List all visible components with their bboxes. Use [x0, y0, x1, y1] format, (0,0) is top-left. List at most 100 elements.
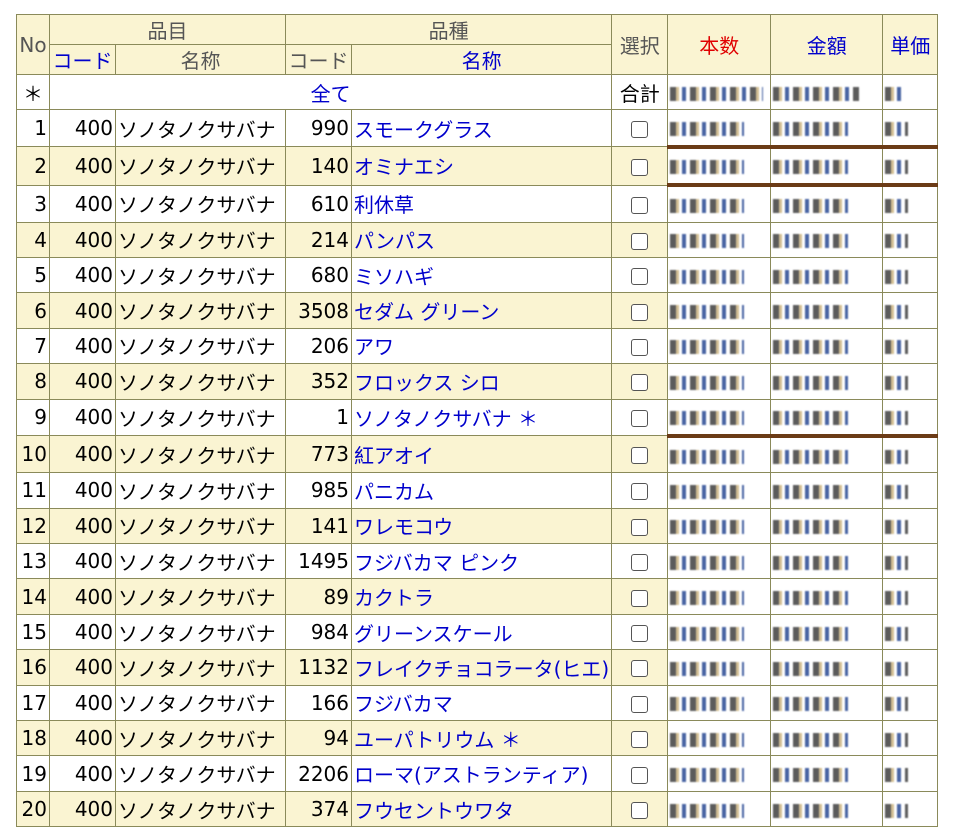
table-row[interactable]: 18 400 ソノタノクサバナ 94 ユーパトリウム ＊	[16, 720, 939, 757]
select-checkbox[interactable]	[631, 447, 649, 465]
variety-name-link[interactable]: ローマ(アストランティア)	[350, 755, 613, 792]
table-row[interactable]: 5 400 ソノタノクサバナ 680 ミソハギ	[16, 256, 939, 294]
table-row[interactable]: 17 400 ソノタノクサバナ 166 フジバカマ	[16, 684, 939, 722]
header-variety-code[interactable]: コード	[285, 44, 352, 75]
table-row[interactable]: 4 400 ソノタノクサバナ 214 パンパス	[16, 221, 939, 258]
select-checkbox[interactable]	[631, 731, 649, 749]
redacted-value	[670, 768, 744, 783]
table-row[interactable]: 8 400 ソノタノクサバナ 352 フロックス シロ	[16, 363, 939, 400]
item-code: 400	[49, 613, 116, 651]
variety-code: 3508	[285, 292, 352, 329]
item-code: 400	[49, 184, 116, 223]
table-row[interactable]: 16 400 ソノタノクサバナ 1132 フレイクチョコラータ(ヒエ)	[16, 649, 939, 686]
select-checkbox[interactable]	[631, 121, 649, 139]
item-code: 400	[49, 543, 116, 580]
amount-redacted	[770, 578, 884, 615]
header-count[interactable]: 本数	[667, 14, 772, 75]
variety-name-link[interactable]: ミソハギ	[350, 256, 613, 294]
table-row[interactable]: 1 400 ソノタノクサバナ 990 スモークグラス	[16, 109, 939, 149]
select-cell	[611, 649, 669, 686]
select-checkbox[interactable]	[631, 625, 649, 643]
redacted-value	[670, 732, 744, 747]
header-variety-name[interactable]: 名称	[350, 44, 613, 75]
table-row[interactable]: 12 400 ソノタノクサバナ 141 ワレモコウ	[16, 507, 939, 545]
table-row[interactable]: 15 400 ソノタノクサバナ 984 グリーンスケール	[16, 613, 939, 651]
variety-name-link[interactable]: 利休草	[350, 184, 613, 223]
select-cell	[611, 790, 669, 828]
select-checkbox[interactable]	[631, 660, 649, 678]
count-redacted	[667, 578, 772, 615]
redacted-value	[885, 626, 908, 641]
count-redacted	[667, 543, 772, 580]
unit-price-redacted	[882, 649, 939, 686]
redacted-value	[773, 484, 849, 499]
select-checkbox[interactable]	[631, 695, 649, 713]
variety-name-link[interactable]: オミナエシ	[350, 146, 613, 186]
select-checkbox[interactable]	[631, 303, 649, 321]
table-row[interactable]: 19 400 ソノタノクサバナ 2206 ローマ(アストランティア)	[16, 755, 939, 792]
variety-name-link[interactable]: アワ	[350, 327, 613, 365]
table-row[interactable]: 20 400 ソノタノクサバナ 374 フウセントウワタ	[16, 790, 939, 828]
table-row[interactable]: 11 400 ソノタノクサバナ 985 パニカム	[16, 472, 939, 509]
variety-name-link[interactable]: フレイクチョコラータ(ヒエ)	[350, 649, 613, 686]
select-checkbox[interactable]	[631, 196, 649, 214]
select-checkbox[interactable]	[631, 554, 649, 572]
select-checkbox[interactable]	[631, 268, 649, 286]
variety-name-link[interactable]: 紅アオイ	[350, 435, 613, 474]
redacted-value	[773, 803, 849, 818]
select-cell	[611, 292, 669, 329]
header-item-name[interactable]: 名称	[115, 44, 286, 75]
unit-price-redacted	[882, 578, 939, 615]
variety-name-link[interactable]: パニカム	[350, 472, 613, 509]
table-row[interactable]: 13 400 ソノタノクサバナ 1495 フジバカマ ピンク	[16, 543, 939, 580]
select-checkbox[interactable]	[631, 802, 649, 819]
table-row[interactable]: 3 400 ソノタノクサバナ 610 利休草	[16, 184, 939, 223]
item-name: ソノタノクサバナ	[115, 578, 286, 615]
item-name: ソノタノクサバナ	[115, 755, 286, 792]
table-row[interactable]: 2 400 ソノタノクサバナ 140 オミナエシ	[16, 146, 939, 188]
count-redacted	[667, 720, 772, 757]
table-row[interactable]: 6 400 ソノタノクサバナ 3508 セダム グリーン	[16, 292, 939, 329]
select-checkbox[interactable]	[631, 374, 649, 392]
variety-name-link[interactable]: ソノタノクサバナ ＊	[350, 398, 613, 437]
variety-name-link[interactable]: フジバカマ	[350, 684, 613, 722]
select-checkbox[interactable]	[631, 158, 649, 176]
variety-name-link[interactable]: スモークグラス	[350, 109, 613, 148]
item-code: 400	[49, 292, 116, 329]
redacted-value	[885, 160, 908, 175]
select-checkbox[interactable]	[631, 766, 649, 784]
unit-price-redacted	[882, 398, 939, 438]
variety-name-link[interactable]: カクトラ	[350, 578, 613, 615]
variety-name-link[interactable]: パンパス	[350, 221, 613, 258]
variety-name-link[interactable]: グリーンスケール	[350, 613, 613, 651]
header-amount[interactable]: 金額	[770, 14, 884, 75]
select-checkbox[interactable]	[631, 410, 649, 428]
header-variety-group: 品種	[284, 14, 613, 45]
table-row[interactable]: 14 400 ソノタノクサバナ 89 カクトラ	[16, 578, 939, 615]
redacted-value	[670, 160, 744, 175]
variety-name-link[interactable]: セダム グリーン	[350, 292, 613, 329]
count-redacted	[667, 292, 772, 329]
variety-name-link[interactable]: ユーパトリウム ＊	[350, 720, 613, 757]
variety-code: 610	[285, 184, 352, 223]
select-checkbox[interactable]	[631, 483, 649, 501]
select-cell	[611, 578, 669, 615]
header-item-code[interactable]: コード	[49, 44, 116, 75]
table-row[interactable]: 7 400 ソノタノクサバナ 206 アワ	[16, 327, 939, 365]
variety-name-link[interactable]: フウセントウワタ	[350, 790, 613, 828]
select-checkbox[interactable]	[631, 589, 649, 607]
item-name: ソノタノクサバナ	[115, 649, 286, 686]
table-row[interactable]: 9 400 ソノタノクサバナ 1 ソノタノクサバナ ＊	[16, 398, 939, 438]
variety-name-link[interactable]: フジバカマ ピンク	[350, 543, 613, 580]
header-unit-price[interactable]: 単価	[882, 14, 939, 75]
variety-name-link[interactable]: ワレモコウ	[350, 507, 613, 545]
select-checkbox[interactable]	[631, 338, 649, 356]
filter-all-link[interactable]: 全て	[48, 73, 613, 111]
select-checkbox[interactable]	[631, 232, 649, 250]
variety-name-link[interactable]: フロックス シロ	[350, 363, 613, 400]
select-checkbox[interactable]	[631, 518, 649, 536]
header-no[interactable]: No	[16, 14, 50, 75]
header-select[interactable]: 選択	[611, 14, 669, 75]
table-row[interactable]: 10 400 ソノタノクサバナ 773 紅アオイ	[16, 435, 939, 474]
variety-code: 2206	[285, 755, 352, 792]
